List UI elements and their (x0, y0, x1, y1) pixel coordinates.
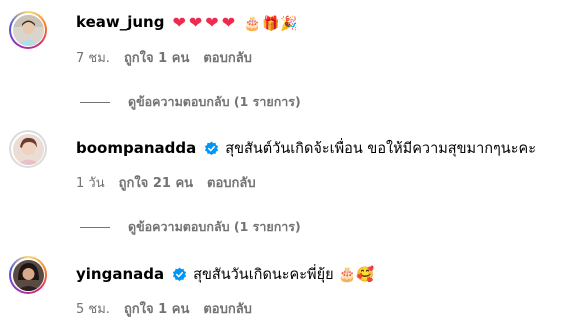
replies-divider (80, 101, 110, 103)
verified-badge-icon (205, 140, 219, 155)
avatar-ring[interactable] (9, 256, 47, 294)
comment-time[interactable]: 1 วัน (76, 172, 105, 193)
comment-text: สุขสันวันเกิดนะคะพี่ยุ้ย 🎂🥰 (193, 266, 375, 283)
reply-button[interactable]: ตอบกลับ (203, 47, 252, 68)
avatar (12, 259, 44, 291)
comment-username[interactable]: yinganada (76, 265, 164, 283)
comment-meta: 1 วัน ถูกใจ 21 คน ตอบกลับ (76, 172, 256, 193)
comment-username[interactable]: boompanadda (76, 139, 196, 157)
avatar (12, 14, 44, 46)
comment-header: keaw_jung ❤ ❤ ❤ ❤ 🎂🎁🎉 (76, 10, 299, 34)
comment-item-1: keaw_jung ❤ ❤ ❤ ❤ 🎂🎁🎉 7 ชม. ถูกใจ 1 คน ตอบก… (0, 0, 578, 110)
comment-item-3: yinganada สุขสันวันเกิดนะคะพี่ยุ้ย 🎂🥰 5 … (0, 254, 578, 334)
view-replies-button[interactable]: ดูข้อความตอบกลับ (1 รายการ) (80, 92, 301, 112)
reply-button[interactable]: ตอบกลับ (207, 172, 256, 193)
avatar-ring[interactable] (9, 130, 47, 168)
comment-text: ❤ ❤ ❤ ❤ 🎂🎁🎉 (172, 12, 299, 32)
comment-time[interactable]: 5 ชม. (76, 298, 110, 319)
view-replies-button[interactable]: ดูข้อความตอบกลับ (1 รายการ) (80, 217, 301, 237)
comment-text: สุขสันต์วันเกิดจ้ะเพื่อน ขอให้มีความสุขม… (225, 140, 536, 157)
comment-likes[interactable]: ถูกใจ 21 คน (119, 172, 193, 193)
comment-header: boompanadda สุขสันต์วันเกิดจ้ะเพื่อน ขอใ… (76, 136, 536, 160)
reply-button[interactable]: ตอบกลับ (203, 298, 252, 319)
comment-time[interactable]: 7 ชม. (76, 47, 110, 68)
comment-item-2: boompanadda สุขสันต์วันเกิดจ้ะเพื่อน ขอใ… (0, 128, 578, 238)
replies-divider (80, 226, 110, 228)
avatar-ring[interactable] (9, 11, 47, 49)
comment-likes[interactable]: ถูกใจ 1 คน (124, 47, 189, 68)
view-replies-label: ดูข้อความตอบกลับ (1 รายการ) (128, 94, 301, 109)
comment-header: yinganada สุขสันวันเกิดนะคะพี่ยุ้ย 🎂🥰 (76, 262, 374, 286)
view-replies-label: ดูข้อความตอบกลับ (1 รายการ) (128, 219, 301, 234)
comment-username[interactable]: keaw_jung (76, 13, 164, 31)
comment-meta: 5 ชม. ถูกใจ 1 คน ตอบกลับ (76, 298, 252, 319)
comment-meta: 7 ชม. ถูกใจ 1 คน ตอบกลับ (76, 47, 252, 68)
avatar (12, 133, 44, 165)
comment-likes[interactable]: ถูกใจ 1 คน (124, 298, 189, 319)
verified-badge-icon (173, 266, 187, 281)
